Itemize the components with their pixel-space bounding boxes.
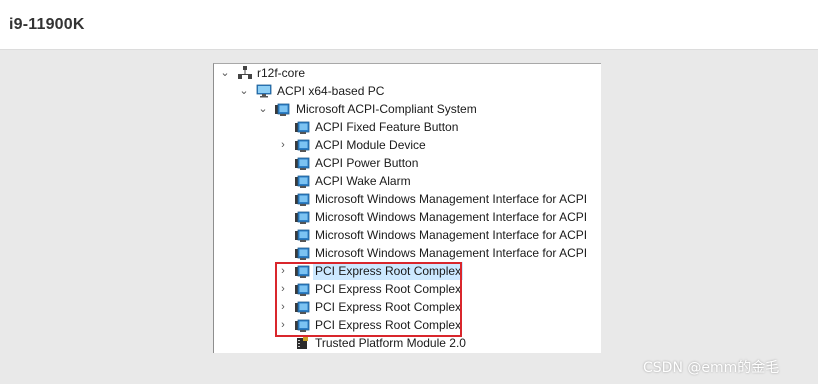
device-icon	[294, 175, 310, 188]
device-icon	[294, 193, 310, 206]
tree-node-label: Microsoft Windows Management Interface f…	[315, 192, 588, 206]
tree-node-label: ACPI Fixed Feature Button	[315, 120, 459, 134]
tree-node-label: ACPI Wake Alarm	[315, 174, 411, 188]
device-icon	[294, 211, 310, 224]
computer-network-icon	[238, 66, 252, 79]
device-icon	[294, 247, 310, 260]
tree-node-label: ACPI x64-based PC	[277, 84, 385, 98]
tpm-chip-icon	[297, 336, 308, 349]
tree-node-label: ACPI Module Device	[315, 138, 426, 152]
tree-node-label: Microsoft Windows Management Interface f…	[315, 228, 588, 242]
chevron-down-icon[interactable]: ⌄	[257, 100, 269, 118]
tree-node-label: Microsoft Windows Management Interface f…	[315, 246, 588, 260]
device-icon	[274, 103, 290, 116]
page-header: i9-11900K	[0, 0, 818, 50]
device-icon	[294, 157, 310, 170]
highlight-box	[275, 262, 462, 337]
chevron-down-icon[interactable]: ⌄	[219, 64, 231, 82]
tree-node-label: Microsoft ACPI-Compliant System	[296, 102, 477, 116]
chevron-right-icon[interactable]: ›	[277, 136, 289, 154]
page-title: i9-11900K	[9, 16, 85, 33]
tree-node-label: Microsoft Windows Management Interface f…	[315, 210, 588, 224]
watermark: CSDN @emm的金毛	[643, 360, 780, 376]
monitor-icon	[256, 84, 272, 98]
tree-node-label: r12f-core	[257, 66, 306, 80]
device-icon	[294, 139, 310, 152]
chevron-down-icon[interactable]: ⌄	[238, 82, 250, 100]
device-icon	[294, 229, 310, 242]
device-icon	[294, 121, 310, 134]
tree-node-label: ACPI Power Button	[315, 156, 419, 170]
